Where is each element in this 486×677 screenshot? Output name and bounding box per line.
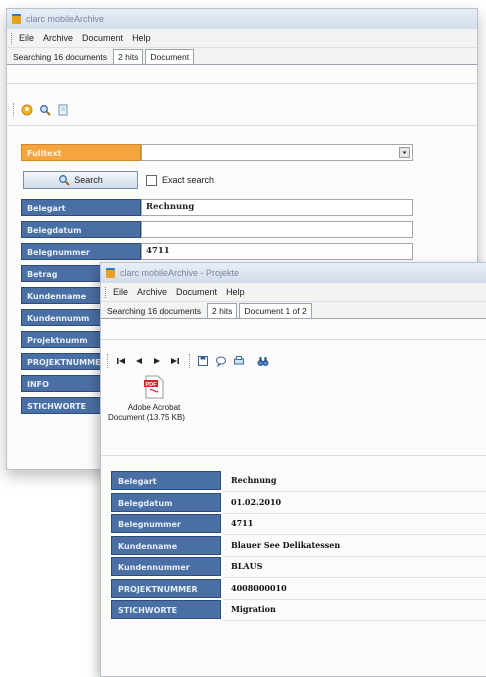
exact-search-checkbox[interactable] — [146, 175, 157, 186]
tab-searching[interactable]: Searching 16 documents — [103, 304, 205, 318]
search-button-icon — [59, 175, 70, 186]
pdf-icon: PDF — [144, 375, 164, 399]
field-value: 4711 — [231, 518, 254, 528]
field-value: Migration — [231, 604, 276, 614]
menu-archive[interactable]: Archive — [137, 287, 167, 297]
field-label: Kundenname — [111, 535, 221, 555]
print-icon[interactable] — [233, 355, 245, 367]
tab-bar: Searching 16 documents 2 hits Document 1… — [101, 302, 486, 319]
toolbar-grip-icon — [107, 354, 110, 368]
menu-help[interactable]: Help — [226, 287, 245, 297]
search-field-label: Belegart — [21, 199, 141, 216]
field-label: Belegnummer — [111, 514, 221, 533]
title-bar: clarc mobileArchive — [7, 9, 477, 29]
field-row-divider — [223, 514, 486, 535]
attachment-size: Document (13.75 KB) — [108, 413, 185, 422]
title-bar: clarc mobileArchive - Projekte — [101, 263, 486, 283]
field-label: Belegart — [111, 471, 221, 490]
field-label: STICHWORTE — [111, 600, 221, 619]
field-value: Blauer See Delikatessen — [231, 539, 341, 550]
search-button-label: Search — [74, 175, 103, 185]
toolbar-separator-icon — [189, 354, 192, 368]
menu-file[interactable]: Eile — [19, 33, 34, 43]
menu-document[interactable]: Document — [176, 287, 217, 297]
menu-bar: Eile Archive Document Help — [7, 29, 477, 48]
app-icon — [12, 14, 21, 24]
attachment-type: Adobe Acrobat — [127, 403, 181, 412]
document-icon[interactable] — [57, 104, 69, 116]
tab-hits[interactable]: 2 hits — [207, 303, 238, 318]
app-icon — [106, 268, 115, 278]
toolbar-grip-icon — [13, 103, 16, 117]
search-field-label: Belegdatum — [21, 221, 141, 238]
field-row-divider — [223, 557, 486, 578]
tab-bar: Searching 16 documents 2 hits Document — [7, 48, 477, 65]
document-window: clarc mobileArchive - Projekte Eile Arch… — [100, 262, 486, 677]
window-title: clarc mobileArchive - Projekte — [120, 268, 240, 278]
svg-text:PDF: PDF — [146, 382, 158, 388]
field-value: BLAUS — [231, 561, 263, 571]
window-title: clarc mobileArchive — [26, 14, 105, 24]
search-field-input[interactable]: Rechnung — [141, 199, 413, 216]
field-value: 01.02.2010 — [231, 496, 282, 507]
field-value: 4008000010 — [231, 582, 287, 593]
tab-hits[interactable]: 2 hits — [113, 49, 144, 64]
last-icon[interactable] — [169, 355, 181, 367]
attachment[interactable]: PDF Adobe Acrobat Document (13.75 KB) — [108, 375, 189, 423]
first-icon[interactable] — [115, 355, 127, 367]
menu-bar: Eile Archive Document Help — [101, 283, 486, 302]
menu-archive[interactable]: Archive — [43, 33, 73, 43]
comment-icon[interactable] — [215, 355, 227, 368]
fulltext-input[interactable] — [141, 144, 413, 161]
search-field-input[interactable]: 4711 — [141, 243, 413, 260]
field-value: Rechnung — [231, 475, 277, 485]
fulltext-label: Fulltext — [21, 144, 141, 161]
save-icon[interactable] — [197, 355, 209, 367]
grip-icon — [11, 32, 14, 44]
menu-help[interactable]: Help — [132, 33, 151, 43]
search-button[interactable]: Search — [23, 171, 138, 189]
prev-icon[interactable] — [133, 355, 145, 367]
menu-file[interactable]: Eile — [113, 287, 128, 297]
search-field-input[interactable] — [141, 221, 413, 238]
grip-icon — [105, 286, 108, 298]
user-icon[interactable] — [21, 104, 33, 116]
tab-document[interactable]: Document 1 of 2 — [239, 303, 312, 318]
dropdown-icon[interactable] — [399, 147, 410, 158]
field-label: Kundennummer — [111, 557, 221, 576]
field-label: PROJEKTNUMMER — [111, 578, 221, 598]
search-field-label: Belegnummer — [21, 243, 141, 260]
next-icon[interactable] — [151, 355, 163, 367]
search-icon[interactable] — [39, 104, 51, 116]
exact-search-label: Exact search — [162, 175, 215, 185]
field-label: Belegdatum — [111, 492, 221, 512]
tab-searching[interactable]: Searching 16 documents — [9, 50, 111, 64]
binoculars-icon[interactable] — [257, 355, 269, 367]
toolbar — [13, 103, 75, 117]
menu-document[interactable]: Document — [82, 33, 123, 43]
tab-document[interactable]: Document — [145, 49, 195, 64]
toolbar — [107, 354, 275, 368]
